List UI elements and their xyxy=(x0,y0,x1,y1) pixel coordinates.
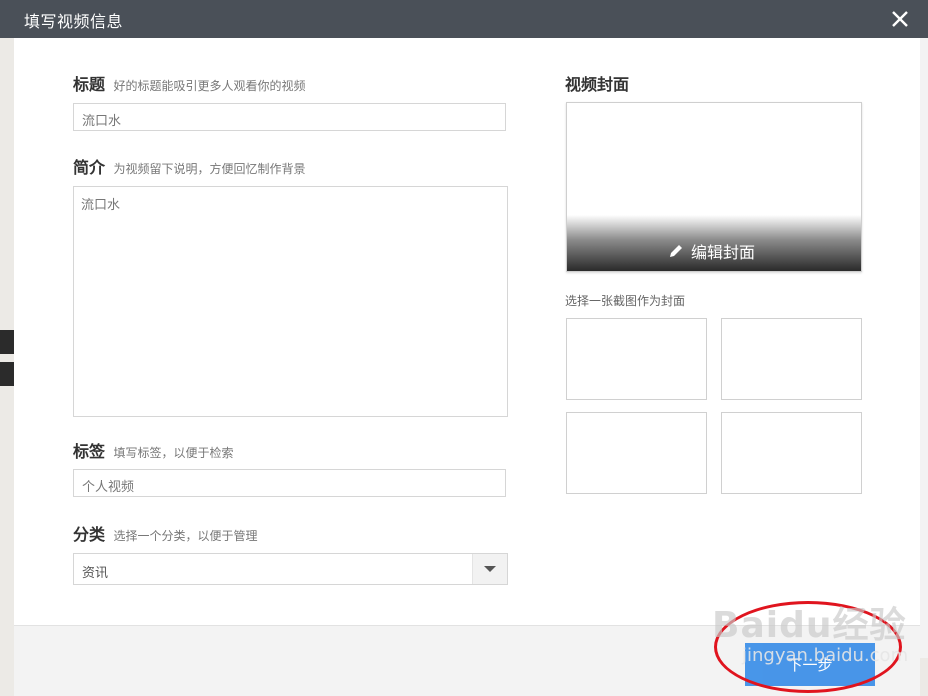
category-label: 分类 xyxy=(73,527,106,544)
cover-overlay: 编辑封面 xyxy=(567,215,861,271)
screenshot-thumbnail[interactable] xyxy=(721,412,862,494)
tags-label: 标签 xyxy=(73,444,106,461)
dialog-title: 填写视频信息 xyxy=(24,14,124,31)
intro-label: 简介 xyxy=(73,160,106,177)
tags-hint: 填写标签，以便于检索 xyxy=(113,446,234,460)
tags-label-row: 标签 填写标签，以便于检索 xyxy=(73,438,233,462)
category-select[interactable]: 资讯 xyxy=(73,553,508,585)
edit-cover-label: 编辑封面 xyxy=(691,245,756,262)
title-label-row: 标题 好的标题能吸引更多人观看你的视频 xyxy=(73,71,305,95)
category-selected-value: 资讯 xyxy=(82,565,109,580)
background-page-strip xyxy=(0,362,14,386)
title-label: 标题 xyxy=(73,77,106,94)
cover-title: 视频封面 xyxy=(565,77,630,94)
dialog-footer: 下一步 xyxy=(14,625,920,696)
title-input[interactable]: 流口水 xyxy=(73,103,506,131)
cover-preview: 编辑封面 xyxy=(566,102,862,272)
screenshot-thumbnail[interactable] xyxy=(566,412,707,494)
screenshot-thumbnail[interactable] xyxy=(721,318,862,400)
screenshot-thumbnail[interactable] xyxy=(566,318,707,400)
chevron-down-icon[interactable] xyxy=(472,554,507,584)
tags-input[interactable]: 个人视频 xyxy=(73,469,506,497)
background-page-strip xyxy=(0,330,14,354)
intro-label-row: 简介 为视频留下说明，方便回忆制作背景 xyxy=(73,154,305,178)
close-icon[interactable] xyxy=(890,9,910,29)
category-label-row: 分类 选择一个分类，以便于管理 xyxy=(73,521,257,545)
screenshot-hint: 选择一张截图作为封面 xyxy=(565,294,686,308)
intro-textarea[interactable]: 流口水 xyxy=(73,186,508,417)
intro-hint: 为视频留下说明，方便回忆制作背景 xyxy=(113,162,306,176)
edit-cover-button[interactable]: 编辑封面 xyxy=(668,239,755,263)
category-hint: 选择一个分类，以便于管理 xyxy=(113,529,258,543)
video-info-dialog: 填写视频信息 标题 好的标题能吸引更多人观看你的视频 流口水 简介 为视频留下说… xyxy=(0,0,928,696)
next-step-button[interactable]: 下一步 xyxy=(745,643,875,686)
background-page-edge xyxy=(919,38,928,658)
title-hint: 好的标题能吸引更多人观看你的视频 xyxy=(113,79,306,93)
dialog-titlebar: 填写视频信息 xyxy=(0,0,928,38)
pencil-icon xyxy=(670,245,682,257)
